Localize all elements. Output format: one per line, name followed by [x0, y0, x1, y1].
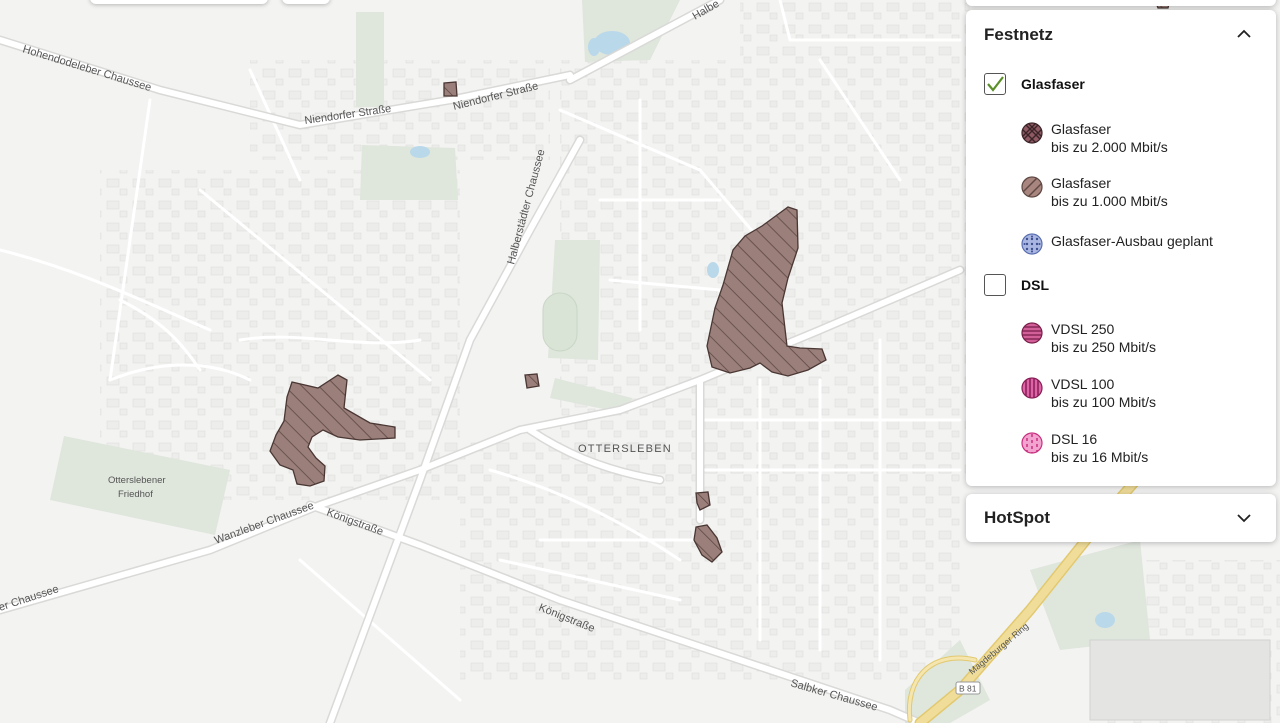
legend-item-line2: bis zu 100 Mbit/s [1051, 394, 1157, 410]
top-panel-stub[interactable] [966, 0, 1276, 6]
legend-item-line2: bis zu 250 Mbit/s [1051, 339, 1157, 355]
place-label-district: OTTERSLEBEN [578, 443, 672, 455]
legend-item-line1: VDSL 100 [1051, 376, 1115, 392]
fiber-area-north[interactable] [443, 81, 458, 97]
chevron-up-icon[interactable] [1234, 24, 1254, 44]
crosshatch-icon [1021, 122, 1043, 144]
checkmark-icon [987, 76, 1004, 92]
diagonal-hatch-icon [1021, 176, 1043, 198]
festnetz-panel: Festnetz Glasfaser Glasfaser bis zu 2.000… [966, 10, 1276, 486]
dashed-icon [1021, 432, 1043, 454]
place-label-cemetery-2: Friedhof [118, 489, 153, 500]
chevron-down-icon[interactable] [1234, 508, 1254, 528]
legend-item-line2: bis zu 16 Mbit/s [1051, 449, 1149, 465]
top-control-left[interactable] [90, 0, 268, 4]
dotted-icon [1021, 233, 1043, 255]
glasfaser-checkbox[interactable] [984, 73, 1006, 95]
glasfaser-label: Glasfaser [1021, 76, 1085, 92]
hotspot-title: HotSpot [984, 508, 1051, 527]
sports-field [542, 292, 578, 352]
legend-item-line1: Glasfaser [1051, 175, 1111, 191]
road-shield-b81: B 81 [955, 681, 981, 695]
legend-item-line2: bis zu 1.000 Mbit/s [1051, 193, 1168, 209]
legend-item-line1: Glasfaser-Ausbau geplant [1051, 233, 1213, 249]
legend-item-line1: VDSL 250 [1051, 321, 1115, 337]
svg-text:B 81: B 81 [959, 684, 977, 694]
top-control-middle[interactable] [282, 0, 330, 4]
festnetz-title: Festnetz [984, 25, 1053, 44]
legend-item-line1: DSL 16 [1051, 431, 1098, 447]
vertical-lines-icon [1021, 377, 1043, 399]
dsl-checkbox[interactable] [984, 274, 1006, 296]
hotspot-panel[interactable]: HotSpot [966, 494, 1276, 542]
industrial-area [1089, 639, 1271, 721]
horizontal-lines-icon [1021, 322, 1043, 344]
place-label-cemetery-1: Otterslebener [108, 475, 166, 486]
legend-item-line1: Glasfaser [1051, 121, 1111, 137]
legend-item-line2: bis zu 2.000 Mbit/s [1051, 139, 1168, 155]
dsl-label: DSL [1021, 277, 1049, 293]
fiber-area-center[interactable] [524, 373, 540, 389]
